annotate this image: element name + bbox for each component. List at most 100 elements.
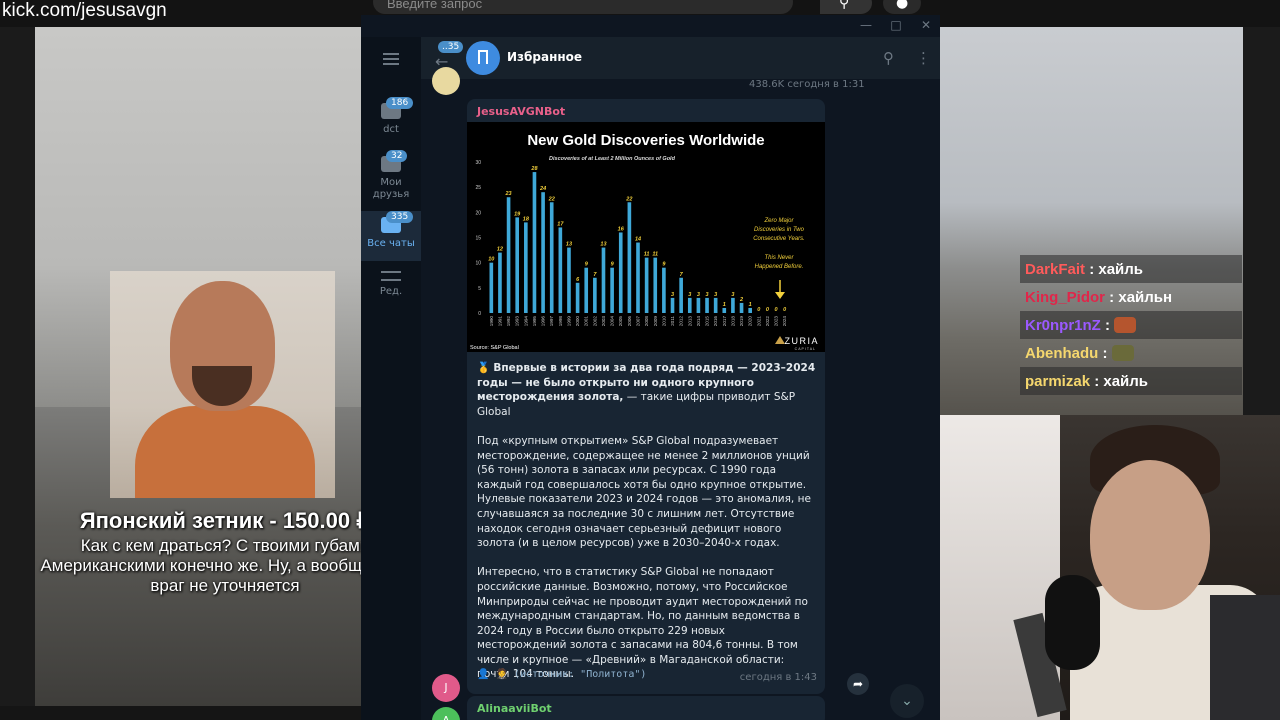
- x-tick-label: 2011: [670, 316, 675, 326]
- search-icon[interactable]: ⚲: [883, 49, 894, 67]
- scroll-down-button[interactable]: ⌄: [890, 684, 924, 718]
- message-bubble-next[interactable]: AlinaaviiBot: [467, 696, 825, 720]
- x-tick-label: 2014: [696, 316, 701, 327]
- bar: [636, 242, 640, 313]
- message-paragraph-3: Интересно, что в статистику S&P Global н…: [477, 566, 808, 681]
- chat-message: parmizak : хайль: [1020, 367, 1242, 395]
- data-label: 17: [557, 221, 564, 227]
- bar: [532, 172, 537, 313]
- x-tick-label: 1996: [541, 316, 546, 327]
- bar: [644, 257, 649, 313]
- data-label: 19: [514, 211, 521, 217]
- data-label: 0: [775, 307, 778, 313]
- x-tick-label: 1997: [549, 316, 554, 327]
- x-tick-label: 2012: [679, 316, 684, 327]
- bar: [696, 297, 701, 313]
- annotation-line: Zero Major: [763, 218, 794, 224]
- folder-edit[interactable]: Ред.: [361, 265, 421, 315]
- x-tick-label: 2007: [636, 316, 641, 327]
- brand-sub: CAPITAL: [795, 347, 816, 351]
- data-label: 23: [505, 191, 512, 197]
- message-list[interactable]: 438.6K сегодня в 1:31 JesusAVGNBot New G…: [421, 67, 940, 720]
- message-bubble[interactable]: JesusAVGNBot New Gold Discoveries Worldw…: [467, 99, 825, 694]
- unread-badge: 32: [386, 150, 408, 162]
- gold-discoveries-chart: New Gold Discoveries Worldwide Discoverie…: [470, 132, 818, 351]
- bar: [558, 227, 563, 313]
- minimize-icon[interactable]: —: [859, 18, 873, 32]
- chart-image[interactable]: New Gold Discoveries Worldwide Discoverie…: [467, 122, 825, 352]
- x-tick-label: 2018: [730, 316, 735, 327]
- data-label: 10: [488, 257, 494, 263]
- mic-button[interactable]: ●: [883, 0, 921, 14]
- chat-username: parmizak: [1025, 372, 1091, 390]
- data-label: 28: [530, 166, 538, 172]
- data-label: 6: [576, 277, 580, 283]
- data-label: 9: [662, 262, 666, 268]
- folder-label: Все чаты: [367, 238, 415, 249]
- data-label: 3: [697, 292, 700, 298]
- bar: [575, 282, 580, 313]
- chat-title: Избранное: [507, 50, 583, 64]
- folder-dct[interactable]: 186 dct: [361, 97, 421, 147]
- more-icon[interactable]: ⋮: [916, 49, 931, 67]
- chart-title: New Gold Discoveries Worldwide: [527, 132, 764, 149]
- chat-overlay: DarkFait : хайль King_Pidor : хайльн Kr0np…: [1020, 255, 1242, 395]
- bar: [593, 277, 597, 313]
- sender-name[interactable]: AlinaaviiBot: [477, 702, 552, 715]
- bar: [567, 247, 571, 313]
- chat-text: : хайльн: [1105, 288, 1173, 306]
- bar: [618, 232, 623, 313]
- maximize-icon[interactable]: □: [889, 18, 903, 32]
- folder-label: Ред.: [379, 286, 403, 297]
- bar: [662, 267, 666, 313]
- emote-icon: [1111, 345, 1134, 361]
- mic-icon: ●: [896, 0, 909, 11]
- bar: [731, 297, 735, 313]
- search-input[interactable]: Введите запрос: [373, 0, 793, 14]
- chat-message: King_Pidor : хайльн: [1020, 283, 1242, 311]
- x-tick-label: 1998: [558, 316, 563, 327]
- avatar-j[interactable]: J: [432, 674, 460, 702]
- previous-message-meta: 438.6K сегодня в 1:31: [749, 79, 865, 90]
- avatar: [432, 67, 460, 95]
- y-tick-label: 20: [475, 210, 481, 216]
- data-label: 13: [566, 242, 572, 248]
- x-tick-label: 1992: [506, 316, 511, 327]
- chat-username: Kr0npr1nZ: [1025, 316, 1101, 334]
- search-placeholder: Введите запрос: [387, 0, 483, 11]
- chat-username: DarkFait: [1025, 260, 1086, 278]
- folder-sidebar: 186 dct 32 Мои друзья 335 Все чаты Ред.: [361, 37, 421, 720]
- annotation-line: This Never: [764, 255, 794, 261]
- y-tick-label: 30: [475, 160, 481, 166]
- telegram-window: — □ ✕ 186 dct 32 Мои друзья 335 Все чаты: [361, 15, 940, 720]
- chat-username: King_Pidor: [1025, 288, 1106, 306]
- data-label: 1: [723, 302, 726, 308]
- y-tick-label: 10: [475, 261, 481, 267]
- x-tick-label: 2015: [705, 316, 710, 327]
- y-tick-label: 25: [475, 185, 481, 191]
- saved-messages-avatar: [466, 41, 500, 75]
- x-tick-label: 2019: [739, 316, 744, 327]
- bar: [524, 222, 528, 313]
- folder-all-chats[interactable]: 335 Все чаты: [361, 211, 421, 261]
- folder-friends[interactable]: 32 Мои друзья: [361, 150, 421, 210]
- data-label: 24: [539, 186, 546, 192]
- data-label: 22: [625, 196, 632, 202]
- bar: [489, 262, 494, 313]
- menu-icon[interactable]: [383, 53, 399, 65]
- x-tick-label: 2013: [687, 316, 692, 327]
- x-tick-label: 2010: [661, 316, 666, 327]
- x-tick-label: 2005: [618, 316, 623, 327]
- forward-button[interactable]: ➦: [847, 673, 869, 695]
- sender-name[interactable]: JesusAVGNBot: [477, 105, 565, 118]
- x-tick-label: 2024: [782, 316, 787, 327]
- data-label: 11: [644, 252, 650, 258]
- chart-subtitle: Discoveries of at Least 2 Million Ounces…: [549, 156, 676, 162]
- x-tick-label: 1990: [489, 316, 494, 327]
- y-tick-label: 0: [478, 311, 481, 317]
- bar: [627, 202, 632, 313]
- close-icon[interactable]: ✕: [919, 18, 933, 32]
- search-button[interactable]: ⚲: [820, 0, 872, 14]
- bar: [610, 267, 614, 313]
- avatar-a[interactable]: A: [432, 707, 460, 720]
